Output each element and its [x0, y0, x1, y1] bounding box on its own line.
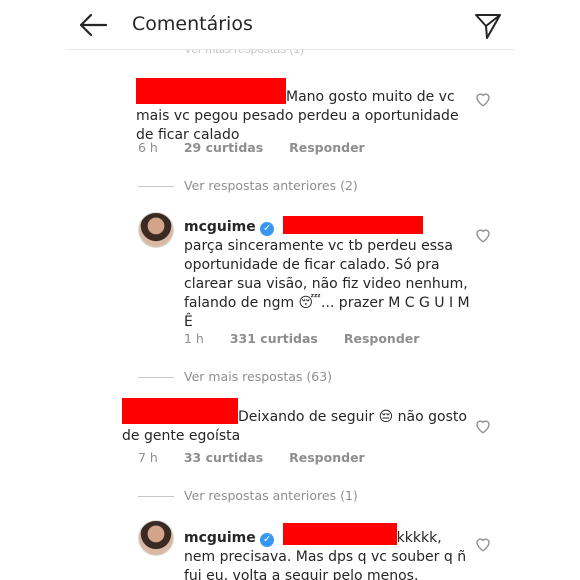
comment-meta: 1 h 331 curtidas Responder	[184, 331, 419, 346]
comment-text-line: Mano gosto muito de vc	[286, 89, 455, 105]
comment-time: 7 h	[138, 450, 158, 465]
comment-text-line: Deixando de seguir 😔 não gosto	[238, 409, 467, 425]
username[interactable]: mcguime	[184, 530, 256, 546]
redacted-username	[122, 398, 238, 424]
comment-text-line: Ê	[184, 314, 193, 330]
comment-text-line: de gente egoísta	[122, 428, 241, 444]
thread-divider	[138, 186, 174, 187]
username[interactable]: mcguime	[184, 219, 256, 235]
send-icon[interactable]	[474, 12, 502, 40]
comments-screen: Comentários Ver mais respostas (1) Mano …	[66, 0, 514, 580]
heart-icon[interactable]	[474, 226, 492, 244]
comment-3: Deixando de seguir 😔 não gosto de gente …	[122, 398, 472, 446]
avatar[interactable]	[138, 212, 174, 248]
comment-time: 6 h	[138, 140, 158, 155]
thread-divider	[138, 496, 174, 497]
thread-divider	[138, 377, 174, 378]
comment-1: Mano gosto muito de vc mais vc pegou pes…	[136, 78, 466, 145]
view-previous-replies[interactable]: Ver respostas anteriores (2)	[138, 178, 358, 193]
comment-text-line: parça sinceramente vc tb perdeu essa	[184, 238, 453, 254]
comment-text-line: falando de ngm 😴... prazer M C G U I M	[184, 295, 470, 311]
reply-button[interactable]: Responder	[344, 331, 420, 346]
likes-count[interactable]: 331 curtidas	[230, 331, 318, 346]
reply-button[interactable]: Responder	[289, 140, 365, 155]
heart-icon[interactable]	[474, 535, 492, 553]
comment-text-line: mais vc pegou pesado perdeu a oportunida…	[136, 108, 459, 124]
comment-text-line: oportunidade de ficar calado. Só pra	[184, 257, 440, 273]
thread-label: Ver respostas anteriores (2)	[184, 178, 358, 193]
reply-button[interactable]: Responder	[289, 450, 365, 465]
back-arrow-icon[interactable]	[78, 12, 108, 38]
thread-label: Ver respostas anteriores (1)	[184, 488, 358, 503]
likes-count[interactable]: 29 curtidas	[184, 140, 263, 155]
verified-badge-icon: ✓	[260, 222, 275, 236]
heart-icon[interactable]	[474, 417, 492, 435]
comment-meta: 6 h 29 curtidas Responder	[138, 140, 365, 155]
page-title: Comentários	[132, 13, 253, 35]
view-previous-replies[interactable]: Ver respostas anteriores (1)	[138, 488, 358, 503]
comment-text-line: nem precisava. Mas dps q vc souber q ñ	[184, 549, 467, 565]
redacted-username	[136, 78, 286, 104]
avatar[interactable]	[138, 520, 174, 556]
comment-text-line: kkkkk,	[396, 530, 442, 546]
comment-time: 1 h	[184, 331, 204, 346]
likes-count[interactable]: 33 curtidas	[184, 450, 263, 465]
view-more-replies[interactable]: Ver mais respostas (63)	[138, 369, 332, 384]
comment-text-line: fui eu, volta a seguir pelo menos.	[184, 568, 419, 580]
thread-label: Ver mais respostas (63)	[184, 369, 333, 384]
verified-badge-icon: ✓	[260, 533, 275, 547]
comment-text-line: clarear sua visão, não fiz video nenhum,	[184, 276, 468, 292]
redacted-text	[282, 523, 397, 545]
heart-icon[interactable]	[474, 90, 492, 108]
comment-2: mcguime ✓ parça sinceramente vc tb perde…	[184, 216, 474, 332]
comment-meta: 7 h 33 curtidas Responder	[138, 450, 365, 465]
header: Comentários	[66, 0, 514, 50]
comment-4: mcguime ✓ kkkkk, nem precisava. Mas dps …	[184, 523, 474, 580]
redacted-text	[282, 216, 423, 234]
